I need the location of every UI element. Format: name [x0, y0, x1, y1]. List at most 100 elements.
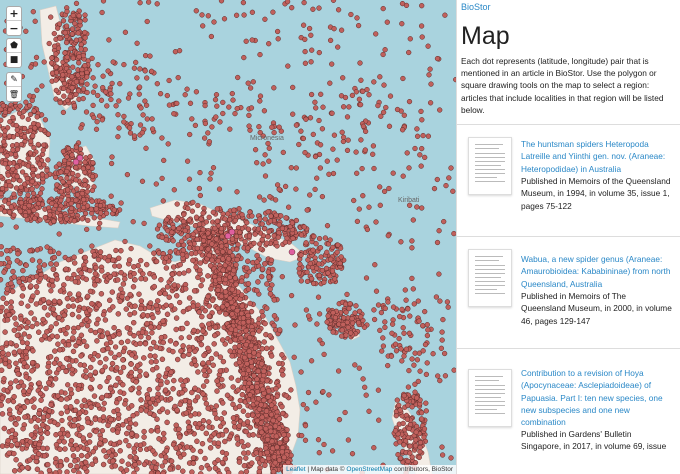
occurrence-dot[interactable] — [75, 30, 81, 36]
occurrence-dot[interactable] — [5, 437, 11, 444]
occurrence-dot[interactable] — [247, 424, 253, 431]
occurrence-dot[interactable] — [0, 222, 4, 228]
occurrence-dot[interactable] — [401, 392, 407, 399]
occurrence-dot[interactable] — [383, 104, 389, 111]
occurrence-dot[interactable] — [160, 318, 166, 324]
occurrence-dot[interactable] — [64, 154, 70, 160]
occurrence-dot[interactable] — [131, 332, 137, 339]
occurrence-dot[interactable] — [150, 396, 156, 402]
occurrence-dot[interactable] — [358, 314, 364, 320]
occurrence-dot[interactable] — [435, 373, 441, 379]
occurrence-dot[interactable] — [359, 165, 365, 172]
occurrence-dot[interactable] — [103, 392, 110, 399]
occurrence-dot[interactable] — [48, 14, 54, 20]
occurrence-dot[interactable] — [5, 255, 11, 262]
occurrence-dot[interactable] — [89, 198, 95, 204]
occurrence-dot[interactable] — [100, 84, 106, 91]
occurrence-dot[interactable] — [172, 341, 179, 347]
occurrence-dot[interactable] — [245, 80, 251, 86]
occurrence-dot[interactable] — [304, 406, 310, 412]
occurrence-dot[interactable] — [257, 241, 263, 247]
occurrence-dot[interactable] — [220, 267, 226, 274]
occurrence-dot[interactable] — [264, 240, 270, 246]
occurrence-dot[interactable] — [51, 419, 58, 426]
occurrence-dot[interactable] — [87, 267, 93, 274]
occurrence-dot[interactable] — [240, 319, 247, 326]
occurrence-dot[interactable] — [218, 293, 225, 300]
occurrence-dot[interactable] — [424, 332, 431, 339]
occurrence-dot[interactable] — [319, 267, 325, 274]
occurrence-dot[interactable] — [349, 320, 356, 326]
occurrence-dot[interactable] — [327, 237, 333, 243]
occurrence-dot[interactable] — [342, 301, 349, 307]
occurrence-dot[interactable] — [147, 300, 154, 306]
occurrence-dot[interactable] — [64, 408, 70, 415]
occurrence-dot[interactable] — [95, 402, 101, 408]
occurrence-dot[interactable] — [189, 116, 195, 122]
occurrence-dot[interactable] — [83, 343, 90, 349]
occurrence-dot[interactable] — [34, 363, 41, 369]
occurrence-dot[interactable] — [73, 91, 79, 98]
occurrence-dot[interactable] — [74, 398, 80, 405]
occurrence-dot[interactable] — [198, 335, 205, 341]
occurrence-dot[interactable] — [409, 356, 415, 362]
occurrence-dot[interactable] — [448, 165, 454, 171]
occurrence-dot[interactable] — [419, 117, 425, 123]
occurrence-dot[interactable] — [288, 248, 296, 256]
occurrence-dot[interactable] — [0, 261, 4, 267]
occurrence-dot[interactable] — [399, 21, 405, 27]
occurrence-dot[interactable] — [63, 355, 70, 362]
occurrence-dot[interactable] — [300, 135, 307, 142]
occurrence-dot[interactable] — [271, 454, 278, 460]
occurrence-dot[interactable] — [305, 389, 312, 396]
occurrence-dot[interactable] — [63, 266, 69, 272]
occurrence-dot[interactable] — [196, 185, 203, 192]
occurrence-dot[interactable] — [310, 280, 317, 287]
occurrence-dot[interactable] — [127, 453, 134, 460]
occurrence-dot[interactable] — [158, 395, 165, 401]
occurrence-dot[interactable] — [271, 313, 278, 319]
occurrence-dot[interactable] — [148, 68, 155, 74]
occurrence-dot[interactable] — [111, 324, 117, 331]
occurrence-dot[interactable] — [151, 459, 157, 465]
occurrence-dot[interactable] — [351, 197, 357, 204]
occurrence-dot[interactable] — [267, 291, 274, 297]
occurrence-dot[interactable] — [29, 368, 35, 374]
occurrence-dot[interactable] — [133, 59, 139, 66]
occurrence-dot[interactable] — [340, 104, 347, 110]
occurrence-dot[interactable] — [189, 469, 195, 474]
occurrence-dot[interactable] — [418, 108, 424, 115]
occurrence-dot[interactable] — [274, 182, 281, 188]
occurrence-dot[interactable] — [142, 68, 148, 74]
occurrence-dot[interactable] — [406, 165, 412, 171]
occurrence-dot[interactable] — [118, 286, 124, 292]
occurrence-dot[interactable] — [8, 304, 14, 311]
occurrence-dot[interactable] — [249, 9, 256, 15]
occurrence-dot[interactable] — [200, 383, 207, 389]
occurrence-dot[interactable] — [257, 93, 264, 99]
occurrence-dot[interactable] — [202, 307, 208, 314]
occurrence-dot[interactable] — [87, 154, 93, 160]
occurrence-dot[interactable] — [261, 397, 267, 404]
occurrence-dot[interactable] — [223, 428, 229, 434]
occurrence-dot[interactable] — [348, 11, 354, 18]
occurrence-dot[interactable] — [310, 131, 316, 138]
occurrence-dot[interactable] — [84, 188, 90, 195]
occurrence-dot[interactable] — [51, 30, 57, 37]
occurrence-dot[interactable] — [125, 338, 131, 345]
occurrence-dot[interactable] — [153, 258, 160, 265]
occurrence-dot[interactable] — [76, 154, 84, 162]
occurrence-dot[interactable] — [205, 405, 211, 412]
occurrence-dot[interactable] — [28, 198, 34, 205]
occurrence-dot[interactable] — [241, 462, 248, 469]
occurrence-dot[interactable] — [227, 217, 233, 223]
occurrence-dot[interactable] — [190, 460, 197, 466]
occurrence-dot[interactable] — [331, 26, 337, 32]
occurrence-dot[interactable] — [176, 270, 183, 277]
occurrence-dot[interactable] — [116, 98, 122, 104]
occurrence-dot[interactable] — [79, 66, 85, 73]
occurrence-dot[interactable] — [271, 297, 278, 303]
occurrence-dot[interactable] — [338, 254, 344, 260]
occurrence-dot[interactable] — [128, 386, 134, 393]
occurrence-dot[interactable] — [243, 327, 249, 334]
